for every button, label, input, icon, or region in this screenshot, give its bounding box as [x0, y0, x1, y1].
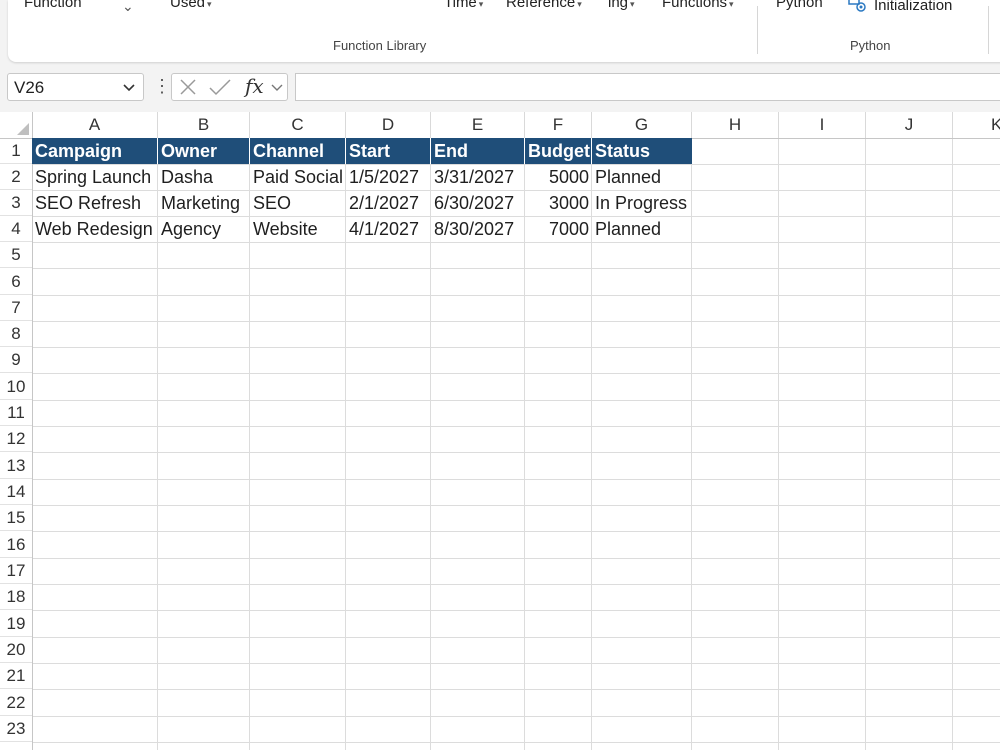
table-cell[interactable]: Planned — [592, 164, 692, 190]
ribbon-item-functions[interactable]: Functions ▾ — [662, 0, 734, 11]
ribbon-item-reference[interactable]: Reference ▾ — [506, 0, 582, 11]
chevron-down-icon: ▾ — [577, 0, 582, 9]
select-all-corner[interactable] — [0, 112, 32, 138]
chevron-down-icon[interactable] — [121, 77, 137, 102]
chevron-down-icon: ▾ — [207, 0, 212, 9]
ribbon-item-python[interactable]: Python — [776, 0, 823, 11]
group-divider — [757, 6, 758, 54]
chevron-down-icon: ▾ — [478, 0, 484, 9]
row-header[interactable]: 4 — [0, 216, 32, 242]
table-header-cell[interactable]: Channel — [250, 138, 346, 164]
row-header[interactable]: 7 — [0, 295, 32, 321]
table-header-cell[interactable]: Start — [346, 138, 431, 164]
column-header-e[interactable]: E — [431, 112, 525, 138]
formula-controls: fx — [171, 73, 288, 101]
table-cell[interactable]: SEO Refresh — [32, 190, 158, 216]
ribbon-item-used[interactable]: Used ▾ — [170, 0, 212, 11]
column-header-b[interactable]: B — [158, 112, 250, 138]
row-header[interactable]: 15 — [0, 505, 32, 531]
row-header[interactable]: 16 — [0, 531, 32, 558]
gridline — [865, 138, 866, 750]
row-header[interactable]: 18 — [0, 584, 32, 610]
name-box-value: V26 — [14, 78, 45, 97]
more-vertical-icon[interactable]: ⋮ — [153, 76, 171, 97]
ribbon-item-initialization[interactable]: Initialization — [848, 0, 952, 18]
column-header-i[interactable]: I — [779, 112, 866, 138]
row-header[interactable]: 1 — [0, 138, 32, 164]
table-cell[interactable]: 7000 — [525, 216, 592, 242]
table-cell[interactable]: Marketing — [158, 190, 250, 216]
row-header[interactable]: 3 — [0, 190, 32, 216]
table-cell[interactable]: SEO — [250, 190, 346, 216]
row-header[interactable]: 8 — [0, 321, 32, 347]
name-box[interactable]: V26 — [7, 73, 144, 101]
column-header-j[interactable]: J — [866, 112, 953, 138]
row-header[interactable]: 21 — [0, 663, 32, 689]
row-header[interactable]: 19 — [0, 610, 32, 637]
table-cell[interactable]: Agency — [158, 216, 250, 242]
row-header[interactable]: 13 — [0, 452, 32, 479]
gridline — [778, 138, 779, 750]
table-cell[interactable]: 5000 — [525, 164, 592, 190]
row-header[interactable]: 22 — [0, 689, 32, 716]
table-header-cell[interactable]: End — [431, 138, 525, 164]
row-header[interactable]: 2 — [0, 164, 32, 190]
ribbon-item-time[interactable]: Time ▾ — [444, 0, 483, 11]
table-cell[interactable]: 4/1/2027 — [346, 216, 431, 242]
row-header[interactable]: 20 — [0, 637, 32, 663]
formula-input[interactable] — [295, 73, 1000, 101]
table-cell[interactable]: Web Redesign — [32, 216, 158, 242]
table-header-cell[interactable]: Budget — [525, 138, 592, 164]
group-label-python: Python — [850, 38, 891, 53]
table-cell[interactable]: 1/5/2027 — [346, 164, 431, 190]
table-header-cell[interactable]: Owner — [158, 138, 250, 164]
table-cell[interactable]: Paid Social — [250, 164, 346, 190]
row-header[interactable]: 23 — [0, 716, 32, 742]
table-cell[interactable]: 3000 — [525, 190, 592, 216]
row-header[interactable]: 12 — [0, 426, 32, 452]
ribbon: Function ⌄ Used ▾ Time ▾ Reference ▾ ing ▾ F… — [8, 0, 1000, 62]
column-header-h[interactable]: H — [692, 112, 779, 138]
row-header[interactable]: 6 — [0, 268, 32, 295]
table-header-cell[interactable]: Status — [592, 138, 692, 164]
column-header-g[interactable]: G — [592, 112, 692, 138]
table-cell[interactable]: Planned — [592, 216, 692, 242]
row-header[interactable]: 10 — [0, 373, 32, 400]
column-header-c[interactable]: C — [250, 112, 346, 138]
table-cell[interactable]: Dasha — [158, 164, 250, 190]
ribbon-item-function[interactable]: Function — [24, 0, 82, 11]
column-header-d[interactable]: D — [346, 112, 431, 138]
column-header-k[interactable]: K — [953, 112, 1000, 138]
chevron-down-icon: ▾ — [630, 0, 635, 9]
table-cell[interactable]: Website — [250, 216, 346, 242]
gridline — [952, 138, 953, 750]
enter-check-icon[interactable] — [208, 77, 232, 102]
python-init-icon — [848, 0, 868, 18]
group-divider — [988, 6, 989, 54]
row-header[interactable]: 5 — [0, 242, 32, 268]
chevron-down-icon[interactable] — [270, 77, 284, 102]
cancel-x-icon[interactable] — [178, 77, 198, 102]
row-header[interactable]: 14 — [0, 479, 32, 505]
group-label-function-library: Function Library — [333, 38, 427, 53]
column-header-a[interactable]: A — [32, 112, 158, 138]
table-cell[interactable]: 8/30/2027 — [431, 216, 525, 242]
table-cell[interactable]: In Progress — [592, 190, 692, 216]
table-cell[interactable]: 2/1/2027 — [346, 190, 431, 216]
column-header-f[interactable]: F — [525, 112, 592, 138]
table-header-cell[interactable]: Campaign — [32, 138, 158, 164]
chevron-down-icon: ⌄ — [122, 0, 134, 14]
row-header[interactable]: 11 — [0, 400, 32, 426]
spreadsheet-grid[interactable]: A B C D E F G H I J K 1 2 3 4 5 6 7 8 9 … — [0, 112, 1000, 750]
row-header[interactable]: 9 — [0, 347, 32, 373]
ribbon-function-caret[interactable]: ⌄ — [120, 0, 134, 15]
table-cell[interactable]: 3/31/2027 — [431, 164, 525, 190]
chevron-down-icon: ▾ — [729, 0, 734, 9]
table-cell[interactable]: Spring Launch — [32, 164, 158, 190]
row-header[interactable]: 17 — [0, 558, 32, 584]
insert-function-button[interactable]: fx — [245, 74, 264, 98]
ribbon-item-ing[interactable]: ing ▾ — [608, 0, 635, 11]
table-cell[interactable]: 6/30/2027 — [431, 190, 525, 216]
